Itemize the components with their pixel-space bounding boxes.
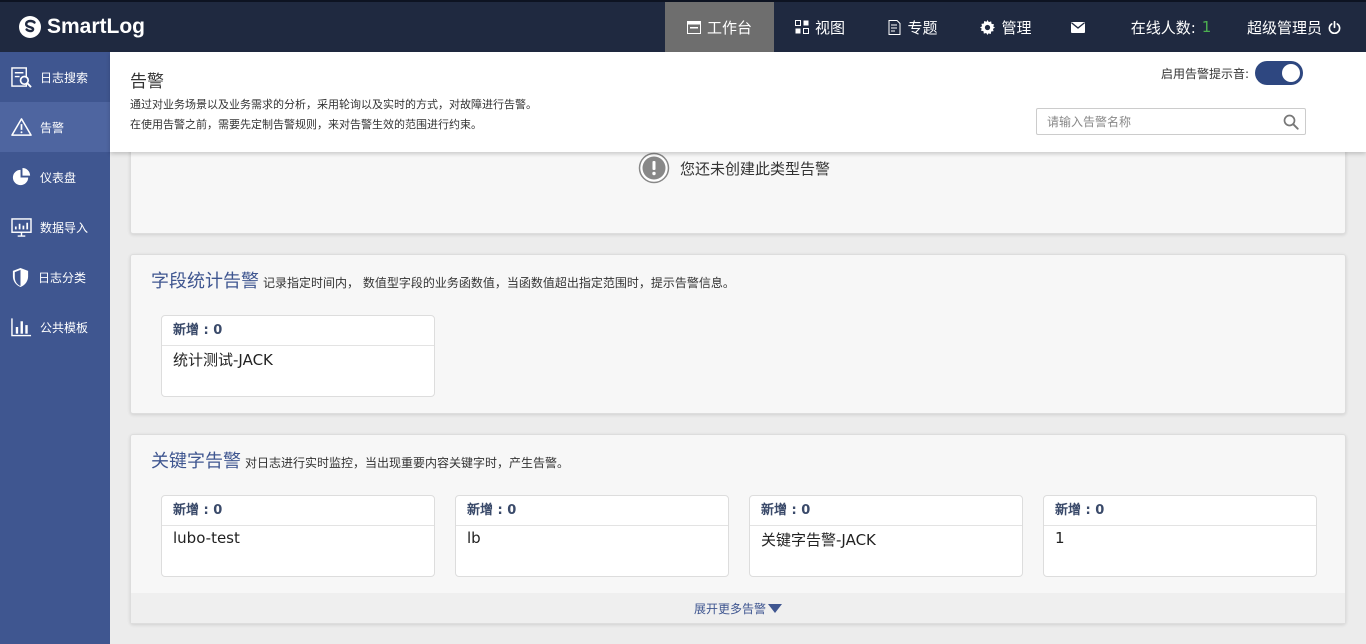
power-icon[interactable] bbox=[1328, 20, 1341, 34]
log-search-icon bbox=[11, 66, 32, 88]
warning-icon bbox=[11, 118, 32, 136]
sidebar-item-label: 日志搜索 bbox=[40, 70, 89, 85]
alert-new-count: 新增 : 0 bbox=[162, 316, 434, 346]
data-import-icon bbox=[11, 217, 32, 237]
alert-name: lubo-test bbox=[173, 529, 240, 547]
sidebar-item-label: 公共模板 bbox=[40, 320, 89, 335]
sound-toggle[interactable] bbox=[1255, 61, 1303, 85]
user-menu[interactable]: 超级管理员 bbox=[1236, 2, 1358, 52]
smartlog-logo-icon bbox=[19, 16, 41, 38]
mail-button[interactable] bbox=[1052, 2, 1110, 52]
sound-toggle-label: 启用告警提示音: bbox=[1160, 67, 1249, 81]
expand-more-button[interactable]: 展开更多告警 bbox=[131, 593, 1345, 623]
alert-card[interactable]: 新增 : 0 lubo-test bbox=[161, 495, 435, 577]
panel-description: 记录指定时间内， 数值型字段的业务函数值，当函数值超出指定范围时，提示告警信息。 bbox=[263, 276, 735, 290]
online-label: 在线人数: bbox=[1130, 18, 1196, 37]
keyword-alert-panel: 关键字告警 对日志进行实时监控，当出现重要内容关键字时，产生告警。 新增 : 0… bbox=[130, 434, 1346, 624]
expand-more-label: 展开更多告警 bbox=[693, 601, 766, 616]
nav-views[interactable]: 视图 bbox=[774, 2, 866, 52]
search-input[interactable] bbox=[1037, 109, 1267, 134]
toggle-knob bbox=[1282, 64, 1300, 82]
alert-card[interactable]: 新增 : 0 统计测试-JACK bbox=[161, 315, 435, 397]
alert-name: 统计测试-JACK bbox=[173, 351, 273, 369]
sidebar-item-templates[interactable]: 公共模板 bbox=[0, 302, 110, 352]
nav-topics-label: 专题 bbox=[907, 18, 938, 37]
sidebar-item-dashboard[interactable]: 仪表盘 bbox=[0, 152, 110, 202]
page-description-2: 在使用告警之前，需要先定制告警规则，来对告警生效的范围进行约束。 bbox=[130, 118, 482, 131]
panel-description: 对日志进行实时监控，当出现重要内容关键字时，产生告警。 bbox=[245, 456, 570, 470]
sidebar-item-log-category[interactable]: 日志分类 bbox=[0, 252, 110, 302]
workbench-icon bbox=[686, 20, 701, 34]
logo-text: SmartLog bbox=[47, 15, 146, 38]
empty-state: 您还未创建此类型告警 bbox=[638, 152, 830, 184]
search-icon[interactable] bbox=[1283, 114, 1299, 130]
sidebar: 日志搜索 告警 仪表盘 数据导入 日志分类 公共模板 bbox=[0, 52, 110, 644]
exclamation-icon bbox=[638, 152, 670, 184]
online-users: 在线人数: 1 bbox=[1118, 2, 1224, 52]
nav-manage-label: 管理 bbox=[1001, 18, 1032, 37]
caret-down-icon bbox=[768, 603, 782, 613]
nav-workbench-label: 工作台 bbox=[706, 18, 752, 37]
gear-icon bbox=[980, 19, 996, 35]
alert-name: lb bbox=[467, 529, 481, 547]
page-title: 告警 bbox=[130, 72, 164, 92]
panel-header: 字段统计告警 记录指定时间内， 数值型字段的业务函数值，当函数值超出指定范围时，… bbox=[151, 267, 735, 293]
grid-icon bbox=[794, 20, 809, 34]
panel-header: 关键字告警 对日志进行实时监控，当出现重要内容关键字时，产生告警。 bbox=[151, 447, 569, 473]
alert-new-count: 新增 : 0 bbox=[162, 496, 434, 526]
shield-icon bbox=[12, 267, 29, 287]
user-name: 超级管理员 bbox=[1246, 18, 1322, 37]
online-count: 1 bbox=[1201, 18, 1212, 36]
nav-workbench[interactable]: 工作台 bbox=[665, 2, 774, 52]
alert-name: 关键字告警-JACK bbox=[761, 531, 876, 549]
sidebar-item-label: 告警 bbox=[40, 120, 65, 135]
alert-search bbox=[1036, 108, 1306, 135]
alert-new-count: 新增 : 0 bbox=[750, 496, 1022, 526]
page-description-1: 通过对业务场景以及业务需求的分析，采用轮询以及实时的方式，对故障进行告警。 bbox=[130, 98, 537, 111]
bar-chart-icon bbox=[11, 318, 32, 337]
alert-card[interactable]: 新增 : 0 1 bbox=[1043, 495, 1317, 577]
sidebar-item-label: 数据导入 bbox=[40, 220, 89, 235]
sidebar-item-alerts[interactable]: 告警 bbox=[0, 102, 110, 152]
panel-title: 字段统计告警 bbox=[151, 271, 259, 292]
alert-card[interactable]: 新增 : 0 关键字告警-JACK bbox=[749, 495, 1023, 577]
app-logo[interactable]: SmartLog bbox=[18, 2, 145, 52]
alert-new-count: 新增 : 0 bbox=[456, 496, 728, 526]
mail-icon bbox=[1071, 21, 1085, 33]
field-stat-alert-panel: 字段统计告警 记录指定时间内， 数值型字段的业务函数值，当函数值超出指定范围时，… bbox=[130, 254, 1346, 414]
alert-name: 1 bbox=[1055, 529, 1065, 547]
top-bar: SmartLog 工作台 视图 专题 管理 在线人数: 1 超级管理员 bbox=[0, 0, 1366, 52]
sidebar-item-data-import[interactable]: 数据导入 bbox=[0, 202, 110, 252]
sidebar-item-log-search[interactable]: 日志搜索 bbox=[0, 52, 110, 102]
nav-views-label: 视图 bbox=[814, 18, 845, 37]
alert-new-count: 新增 : 0 bbox=[1044, 496, 1316, 526]
sidebar-item-label: 日志分类 bbox=[38, 270, 87, 285]
panel-title: 关键字告警 bbox=[151, 451, 241, 472]
empty-message: 您还未创建此类型告警 bbox=[680, 159, 831, 178]
alert-card[interactable]: 新增 : 0 lb bbox=[455, 495, 729, 577]
document-icon bbox=[888, 19, 901, 35]
page-header: 告警 通过对业务场景以及业务需求的分析，采用轮询以及实时的方式，对故障进行告警。… bbox=[110, 52, 1366, 152]
sidebar-item-label: 仪表盘 bbox=[40, 170, 77, 185]
pie-chart-icon bbox=[12, 167, 31, 185]
nav-manage[interactable]: 管理 bbox=[960, 2, 1052, 52]
nav-topics[interactable]: 专题 bbox=[866, 2, 960, 52]
